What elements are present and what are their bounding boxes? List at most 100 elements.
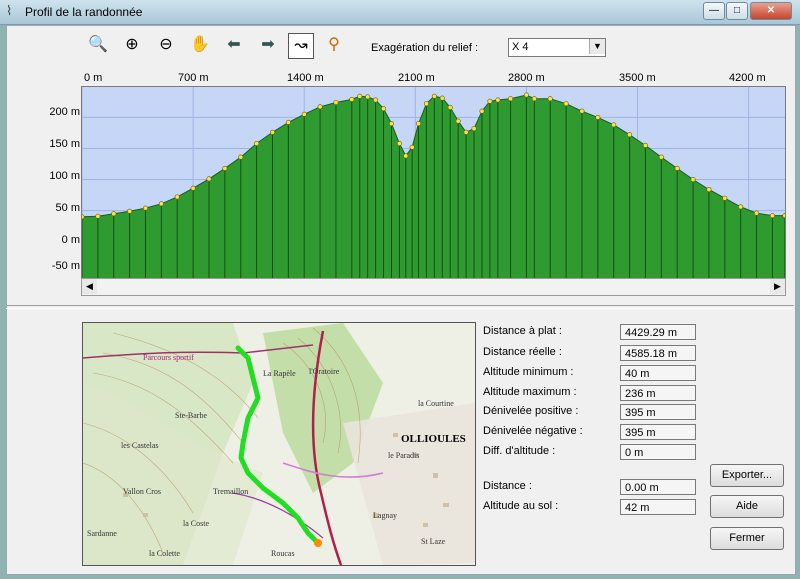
route-map[interactable]: Parcours sportif La Rapèle l'Oratoire St… [82, 322, 476, 566]
zoom-fit-icon[interactable]: 🔍 [86, 33, 110, 57]
altitude-diff-label: Diff. d'altitude : [483, 445, 556, 457]
negative-elevation-label: Dénivelée négative : [483, 425, 583, 437]
profile-point [409, 144, 415, 150]
profile-point [238, 154, 244, 160]
hiking-profile-icon: ⌇ [6, 3, 13, 18]
x-tick-label: 1400 m [287, 72, 324, 84]
profile-point [782, 213, 785, 219]
minimize-button[interactable]: — [703, 2, 725, 20]
profile-point [388, 121, 394, 127]
profile-point [471, 126, 477, 132]
x-tick-label: 4200 m [729, 72, 766, 84]
arrow-left-icon[interactable]: ⬅ [222, 33, 246, 57]
profile-point [111, 211, 117, 217]
map-label: Ste-Barbe [175, 411, 207, 420]
x-tick-label: 0 m [84, 72, 103, 84]
export-button[interactable]: Exporter... [710, 464, 784, 487]
profile-point [95, 213, 101, 219]
zoom-out-icon[interactable]: ⊖ [154, 33, 178, 57]
profile-point [373, 97, 379, 103]
scroll-left-icon[interactable]: ◀ [82, 279, 97, 294]
profile-point [463, 129, 469, 135]
profile-point [579, 108, 585, 114]
exaggeration-value: X 4 [512, 41, 529, 53]
profile-point [403, 153, 409, 159]
profile-point [190, 185, 196, 191]
close-window-button[interactable]: ✕ [750, 2, 792, 20]
window-title: Profil de la randonnée [25, 5, 143, 19]
profile-point [206, 176, 212, 182]
chart-horizontal-scrollbar[interactable]: ◀ ▶ [81, 278, 786, 296]
profile-point [738, 204, 744, 210]
profile-point [174, 194, 180, 200]
help-button[interactable]: Aide [710, 495, 784, 518]
profile-point [396, 140, 402, 146]
map-label: les Castelas [121, 441, 159, 450]
profile-point [658, 154, 664, 160]
zoom-in-icon[interactable]: ⊕ [120, 33, 144, 57]
flat-distance-label: Distance à plat : [483, 325, 562, 337]
profile-mode-icon[interactable]: ↝ [288, 33, 314, 59]
profile-window: ⌇ Profil de la randonnée — □ ✕ 🔍 ⊕ ⊖ ✋ ⬅… [0, 0, 800, 579]
x-tick-label: 2800 m [508, 72, 545, 84]
min-altitude-value: 40 m [620, 365, 696, 381]
chevron-down-icon[interactable]: ▼ [589, 39, 605, 54]
map-label: OLLIOULES [401, 433, 466, 445]
flat-distance-value: 4429.29 m [620, 324, 696, 340]
profile-point [523, 92, 529, 98]
profile-point [423, 101, 429, 107]
exaggeration-select[interactable]: X 4 ▼ [508, 38, 606, 57]
profile-point [595, 114, 601, 120]
map-label: St Laze [421, 537, 446, 546]
profile-point [439, 95, 445, 101]
elevation-profile-svg [82, 87, 785, 279]
arrow-right-icon[interactable]: ➡ [256, 33, 280, 57]
profile-point [627, 132, 633, 138]
profile-point [365, 94, 371, 100]
profile-point [158, 201, 164, 207]
map-label: la Coste [183, 519, 209, 528]
profile-point [563, 101, 569, 107]
exaggeration-label: Exagération du relief : [371, 42, 479, 54]
map-label: Lagnay [373, 511, 397, 520]
profile-point [127, 208, 133, 214]
map-label: Parcours sportif [143, 353, 194, 362]
max-altitude-value: 236 m [620, 385, 696, 401]
min-altitude-label: Altitude minimum : [483, 366, 574, 378]
profile-point [317, 104, 323, 110]
profile-point [642, 142, 648, 148]
profile-point [722, 195, 728, 201]
profile-point [349, 96, 355, 102]
profile-point [706, 186, 712, 192]
pan-hand-icon[interactable]: ✋ [188, 33, 212, 57]
profile-point [547, 96, 553, 102]
zoom-route-icon[interactable]: ⚲ [322, 33, 346, 57]
profile-point [381, 106, 387, 112]
profile-point [222, 165, 228, 171]
map-label: la Courtine [418, 399, 454, 408]
profile-point [754, 210, 760, 216]
elevation-profile-chart[interactable] [81, 86, 786, 280]
y-tick-label: -50 m [51, 260, 80, 272]
maximize-button[interactable]: □ [726, 2, 748, 20]
map-label: Sardanne [87, 529, 117, 538]
map-label: La Rapèle [263, 369, 296, 378]
title-bar: ⌇ Profil de la randonnée — □ ✕ [0, 0, 800, 25]
profile-point [254, 140, 260, 146]
x-tick-label: 700 m [178, 72, 209, 84]
profile-point [142, 205, 148, 211]
map-label: Roucas [271, 549, 295, 558]
max-altitude-label: Altitude maximum : [483, 386, 577, 398]
real-distance-label: Distance réelle : [483, 346, 562, 358]
altitude-diff-value: 0 m [620, 444, 696, 460]
profile-point [301, 111, 307, 117]
profile-point [495, 97, 501, 103]
profile-point [269, 129, 275, 135]
profile-point [431, 93, 437, 99]
profile-point [285, 119, 291, 125]
positive-elevation-value: 395 m [620, 404, 696, 420]
map-label: le Paradis [388, 451, 420, 460]
real-distance-value: 4585.18 m [620, 345, 696, 361]
scroll-right-icon[interactable]: ▶ [770, 279, 785, 294]
close-button[interactable]: Fermer [710, 527, 784, 550]
